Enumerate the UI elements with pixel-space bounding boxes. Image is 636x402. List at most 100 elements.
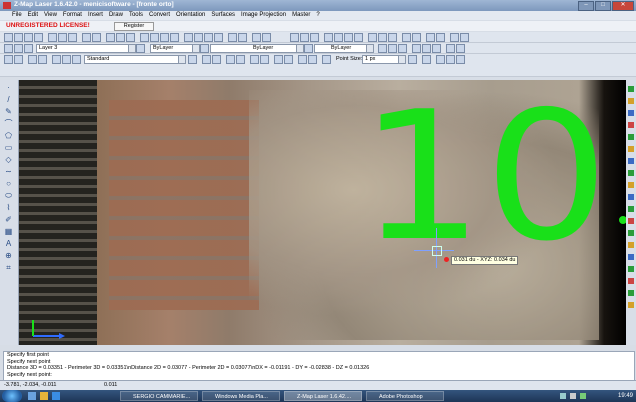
battery-icon[interactable] bbox=[580, 393, 586, 399]
region-icon[interactable] bbox=[628, 290, 634, 296]
point-icon[interactable]: · bbox=[4, 84, 13, 92]
curve-icon[interactable]: ⌇ bbox=[4, 204, 13, 212]
taskbar-clock[interactable]: 19:49 bbox=[618, 391, 633, 401]
taskbar-item-zmap[interactable]: Z-Map Laser 1.6.42.... bbox=[284, 391, 362, 401]
snap-icon[interactable] bbox=[28, 55, 37, 64]
pan-icon[interactable] bbox=[116, 33, 125, 42]
menu-tools[interactable]: Tools bbox=[129, 11, 143, 20]
chamfer-icon[interactable] bbox=[628, 182, 634, 188]
circle-icon[interactable] bbox=[310, 33, 319, 42]
view-quad-icon[interactable] bbox=[456, 55, 465, 64]
menu-surfaces[interactable]: Surfaces bbox=[211, 11, 235, 20]
line-icon[interactable] bbox=[290, 33, 299, 42]
save-icon[interactable] bbox=[24, 33, 33, 42]
show-desktop-icon[interactable] bbox=[28, 392, 36, 400]
color-palette-icon[interactable] bbox=[388, 44, 397, 53]
explode-icon[interactable] bbox=[628, 194, 634, 200]
taskbar-item-folder[interactable]: SERGIO CAMMARIE... bbox=[120, 391, 198, 401]
text-icon[interactable]: A bbox=[4, 240, 13, 248]
close-button[interactable]: ✕ bbox=[612, 1, 634, 11]
rectangle-icon[interactable]: ▭ bbox=[4, 144, 13, 152]
menu-format[interactable]: Format bbox=[63, 11, 82, 20]
arc-icon[interactable]: ⌒ bbox=[4, 120, 13, 128]
ucs-icon[interactable] bbox=[4, 55, 13, 64]
join-icon[interactable] bbox=[628, 230, 634, 236]
projection-icon[interactable] bbox=[322, 55, 331, 64]
view-side-icon[interactable] bbox=[204, 33, 213, 42]
lengthen-icon[interactable] bbox=[628, 242, 634, 248]
diamond-icon[interactable]: ◇ bbox=[4, 156, 13, 164]
drawing-viewport[interactable]: 10 0.031 du - XYZ: 0.034 du bbox=[19, 80, 626, 345]
zoom-icon[interactable] bbox=[106, 33, 115, 42]
new-icon[interactable] bbox=[4, 33, 13, 42]
maximize-button[interactable]: □ bbox=[595, 1, 611, 11]
hatch-icon[interactable] bbox=[398, 44, 407, 53]
match-properties-icon[interactable] bbox=[378, 44, 387, 53]
point-size-select[interactable]: 1 px bbox=[362, 55, 406, 64]
image-icon[interactable] bbox=[446, 44, 455, 53]
extend-icon[interactable] bbox=[628, 158, 634, 164]
view-top-icon[interactable] bbox=[184, 33, 193, 42]
layer-visible-icon[interactable] bbox=[14, 44, 23, 53]
edit-icon[interactable] bbox=[628, 98, 634, 104]
orbit-icon[interactable] bbox=[170, 33, 179, 42]
clip-icon[interactable] bbox=[436, 33, 445, 42]
copy-icon[interactable] bbox=[628, 110, 634, 116]
view-front-icon[interactable] bbox=[194, 33, 203, 42]
view-single-icon[interactable] bbox=[436, 55, 445, 64]
osnap-perpendicular-icon[interactable] bbox=[378, 33, 387, 42]
pointcloud-icon[interactable] bbox=[140, 33, 149, 42]
menu-convert[interactable]: Convert bbox=[149, 11, 170, 20]
print-icon[interactable] bbox=[34, 33, 43, 42]
orientation-icon[interactable] bbox=[298, 55, 307, 64]
array-icon[interactable] bbox=[628, 134, 634, 140]
osnap-intersection-icon[interactable] bbox=[368, 33, 377, 42]
menu-master[interactable]: Master bbox=[292, 11, 310, 20]
circle-icon[interactable]: ○ bbox=[4, 180, 13, 188]
layers-icon[interactable] bbox=[238, 33, 247, 42]
undo-icon[interactable] bbox=[82, 33, 91, 42]
scale-icon[interactable] bbox=[412, 33, 421, 42]
hatch-icon[interactable]: ▦ bbox=[4, 228, 13, 236]
linetype-icon[interactable] bbox=[200, 44, 209, 53]
grip-point[interactable] bbox=[619, 216, 626, 224]
filter-icon[interactable] bbox=[202, 55, 211, 64]
insert-block-icon[interactable]: ⊕ bbox=[4, 252, 13, 260]
lineweight-icon[interactable] bbox=[304, 44, 313, 53]
camera-icon[interactable] bbox=[456, 44, 465, 53]
lineweight-select[interactable]: ByLayer bbox=[314, 44, 374, 53]
view-iso-icon[interactable] bbox=[214, 33, 223, 42]
otrack-icon[interactable] bbox=[62, 55, 71, 64]
pencil-icon[interactable]: ✎ bbox=[4, 108, 13, 116]
layer-manager-icon[interactable] bbox=[4, 44, 13, 53]
start-button[interactable] bbox=[2, 390, 22, 402]
osnap-nearest-icon[interactable] bbox=[388, 33, 397, 42]
menu-file[interactable]: File bbox=[12, 11, 22, 20]
break-icon[interactable] bbox=[628, 218, 634, 224]
green-pencil-icon[interactable] bbox=[284, 55, 293, 64]
ie-icon[interactable] bbox=[52, 392, 60, 400]
layer-select[interactable]: Layer 3 bbox=[36, 44, 136, 53]
text-style-select[interactable]: Standard bbox=[84, 55, 186, 64]
menu-help[interactable]: ? bbox=[316, 11, 319, 20]
linetype-select[interactable]: ByLayer bbox=[210, 44, 304, 53]
paint-icon[interactable] bbox=[408, 55, 417, 64]
spline-icon[interactable]: ∼ bbox=[4, 168, 13, 176]
osnap-center-icon[interactable] bbox=[344, 33, 353, 42]
stretch-icon[interactable] bbox=[628, 206, 634, 212]
fillet-icon[interactable] bbox=[628, 170, 634, 176]
menu-insert[interactable]: Insert bbox=[88, 11, 103, 20]
plus-icon[interactable] bbox=[628, 278, 634, 284]
snapshot-icon[interactable] bbox=[262, 33, 271, 42]
mirror-icon[interactable] bbox=[260, 55, 269, 64]
erase-icon[interactable] bbox=[226, 55, 235, 64]
taskbar-item-media-player[interactable]: Windows Media Pla... bbox=[202, 391, 280, 401]
taskbar-item-photoshop[interactable]: Adobe Photoshop bbox=[366, 391, 444, 401]
delete-icon[interactable] bbox=[628, 122, 634, 128]
zoom-window-icon[interactable] bbox=[126, 33, 135, 42]
open-icon[interactable] bbox=[14, 33, 23, 42]
ellipse-icon[interactable]: ⬭ bbox=[4, 192, 13, 200]
line-icon[interactable]: / bbox=[4, 96, 13, 104]
osnap-midpoint-icon[interactable] bbox=[334, 33, 343, 42]
network-icon[interactable] bbox=[560, 393, 566, 399]
